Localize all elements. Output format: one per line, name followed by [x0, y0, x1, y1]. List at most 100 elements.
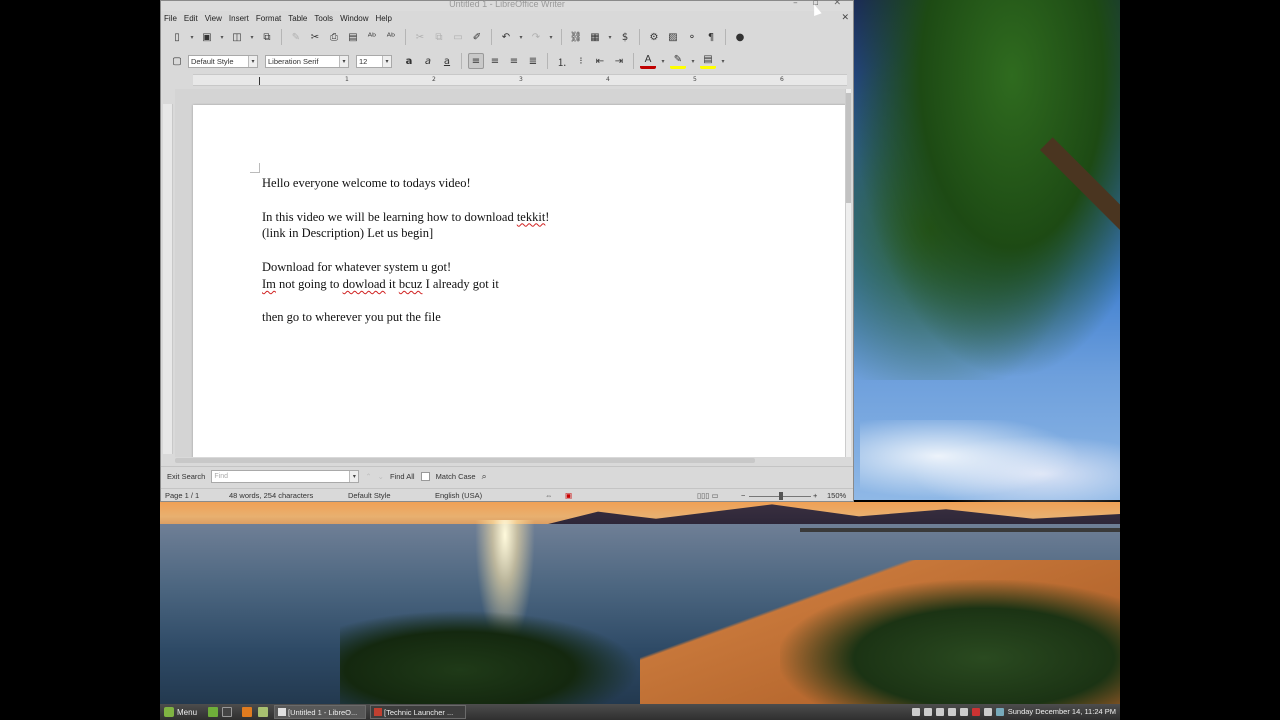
- find-previous-icon[interactable]: ⌃: [365, 472, 371, 481]
- undo-dropdown-icon[interactable]: ▾: [517, 29, 525, 45]
- volume-icon[interactable]: [959, 707, 968, 716]
- menu-table[interactable]: Table: [288, 14, 307, 23]
- language[interactable]: English (USA): [435, 491, 482, 500]
- redo-dropdown-icon[interactable]: ▾: [547, 29, 555, 45]
- find-input[interactable]: Find ▾: [211, 470, 360, 483]
- bold-button[interactable]: a: [401, 53, 417, 69]
- clipboard-icon[interactable]: [935, 707, 944, 716]
- zoom-level[interactable]: 150%: [827, 491, 846, 500]
- spellcheck-icon[interactable]: ᴬᵇ: [364, 29, 380, 45]
- font-color-dropdown-icon[interactable]: ▾: [659, 53, 667, 69]
- decrease-indent-icon[interactable]: ⇤: [592, 53, 608, 69]
- undo-icon[interactable]: ↶: [498, 29, 514, 45]
- title-bar[interactable]: Untitled 1 - LibreOffice Writer – ▫ ✕: [161, 0, 853, 11]
- task-technic-launcher[interactable]: [Technic Launcher ...: [370, 705, 466, 719]
- menu-format[interactable]: Format: [256, 14, 281, 23]
- data-sources-icon[interactable]: ⚬: [684, 29, 700, 45]
- page-count[interactable]: Page 1 / 1: [165, 491, 199, 500]
- tray-arrow-icon[interactable]: [911, 707, 920, 716]
- copy-icon[interactable]: ⧉: [431, 29, 447, 45]
- help-icon[interactable]: ●: [732, 29, 748, 45]
- paragraph-style-select[interactable]: Default Style ▾: [188, 54, 258, 68]
- find-all-button[interactable]: Find All: [390, 472, 415, 481]
- cut-icon[interactable]: ✂: [412, 29, 428, 45]
- increase-indent-icon[interactable]: ⇥: [611, 53, 627, 69]
- open-icon[interactable]: ▣: [199, 29, 215, 45]
- indent-marker[interactable]: [259, 77, 260, 85]
- navigator-icon[interactable]: ⚙: [646, 29, 662, 45]
- find-next-icon[interactable]: ⌄: [378, 472, 384, 481]
- align-left-icon[interactable]: ≡: [468, 53, 484, 69]
- new-dropdown-icon[interactable]: ▾: [188, 29, 196, 45]
- window-controls[interactable]: – ▫ ✕: [793, 0, 847, 8]
- font-size-select[interactable]: 12 ▾: [356, 54, 392, 68]
- clone-formatting-icon[interactable]: ✐: [469, 29, 485, 45]
- align-center-icon[interactable]: ≡: [487, 53, 503, 69]
- table-dropdown-icon[interactable]: ▾: [606, 29, 614, 45]
- chevron-down-icon[interactable]: ▾: [248, 55, 257, 67]
- horizontal-ruler[interactable]: 1 2 3 4 5 6: [193, 74, 847, 86]
- bullets-icon[interactable]: ⁝: [573, 53, 589, 69]
- show-desktop-icon[interactable]: [208, 707, 218, 717]
- zoom-out-icon[interactable]: −: [741, 491, 745, 500]
- highlighting-icon[interactable]: ✎: [670, 53, 686, 69]
- autospellcheck-icon[interactable]: ᴬᵇ: [383, 29, 399, 45]
- match-case-checkbox[interactable]: [420, 472, 430, 481]
- justify-icon[interactable]: ≣: [525, 53, 541, 69]
- close-document-icon[interactable]: ✕: [841, 12, 849, 23]
- print-preview-icon[interactable]: ▤: [345, 29, 361, 45]
- save-icon[interactable]: ◫: [229, 29, 245, 45]
- chevron-down-icon[interactable]: ▾: [349, 471, 359, 482]
- redo-icon[interactable]: ↷: [528, 29, 544, 45]
- table-icon[interactable]: ▦: [587, 29, 603, 45]
- paste-icon[interactable]: ▭: [450, 29, 466, 45]
- edit-mode-icon[interactable]: ✎: [288, 29, 304, 45]
- start-menu-button[interactable]: Menu: [164, 707, 197, 717]
- document-page[interactable]: Hello everyone welcome to todays video! …: [193, 105, 847, 457]
- selection-mode-icon[interactable]: ⇔: [545, 491, 553, 500]
- zoom-slider-thumb[interactable]: [779, 492, 783, 500]
- underline-button[interactable]: a: [439, 53, 455, 69]
- show-draw-functions-icon[interactable]: $: [617, 29, 633, 45]
- highlighting-dropdown-icon[interactable]: ▾: [689, 53, 697, 69]
- terminal-icon[interactable]: [222, 707, 232, 717]
- italic-button[interactable]: a: [420, 53, 436, 69]
- save-dropdown-icon[interactable]: ▾: [248, 29, 256, 45]
- scrollbar-thumb[interactable]: [846, 93, 851, 203]
- export-pdf-icon[interactable]: ✂: [307, 29, 323, 45]
- menu-insert[interactable]: Insert: [229, 14, 249, 23]
- document-modified-icon[interactable]: ▣: [565, 491, 572, 500]
- chevron-down-icon[interactable]: ▾: [382, 55, 391, 67]
- user-icon[interactable]: [923, 707, 932, 716]
- vertical-scrollbar[interactable]: [845, 89, 851, 457]
- search-icon[interactable]: ⌕: [482, 471, 487, 482]
- menu-window[interactable]: Window: [340, 14, 368, 23]
- exit-search-button[interactable]: Exit Search: [167, 472, 205, 481]
- zoom-in-icon[interactable]: +: [813, 491, 817, 500]
- new-document-icon[interactable]: ▯: [169, 29, 185, 45]
- formatting-marks-icon[interactable]: ¶: [703, 29, 719, 45]
- chevron-down-icon[interactable]: ▾: [339, 55, 348, 67]
- menu-edit[interactable]: Edit: [184, 14, 198, 23]
- open-dropdown-icon[interactable]: ▾: [218, 29, 226, 45]
- menu-view[interactable]: View: [205, 14, 222, 23]
- word-count[interactable]: 48 words, 254 characters: [229, 491, 313, 500]
- page-style[interactable]: Default Style: [348, 491, 391, 500]
- gallery-icon[interactable]: ▨: [665, 29, 681, 45]
- menu-tools[interactable]: Tools: [314, 14, 333, 23]
- pen-icon[interactable]: [947, 707, 956, 716]
- clock[interactable]: Sunday December 14, 11:24 PM: [1008, 707, 1116, 716]
- files-icon[interactable]: [258, 707, 268, 717]
- font-name-select[interactable]: Liberation Serif ▾: [265, 54, 349, 68]
- menu-file[interactable]: File: [164, 14, 177, 23]
- print-icon[interactable]: ⎙: [326, 29, 342, 45]
- battery-icon[interactable]: [983, 707, 992, 716]
- horizontal-scrollbar[interactable]: [175, 458, 755, 463]
- hyperlink-icon[interactable]: ⛓: [568, 29, 584, 45]
- document-text[interactable]: Hello everyone welcome to todays video! …: [262, 175, 549, 326]
- export-icon[interactable]: ⧉: [259, 29, 275, 45]
- network-icon[interactable]: [971, 707, 980, 716]
- firefox-icon[interactable]: [242, 707, 252, 717]
- menu-help[interactable]: Help: [376, 14, 392, 23]
- numbering-icon[interactable]: ⒈: [554, 53, 570, 69]
